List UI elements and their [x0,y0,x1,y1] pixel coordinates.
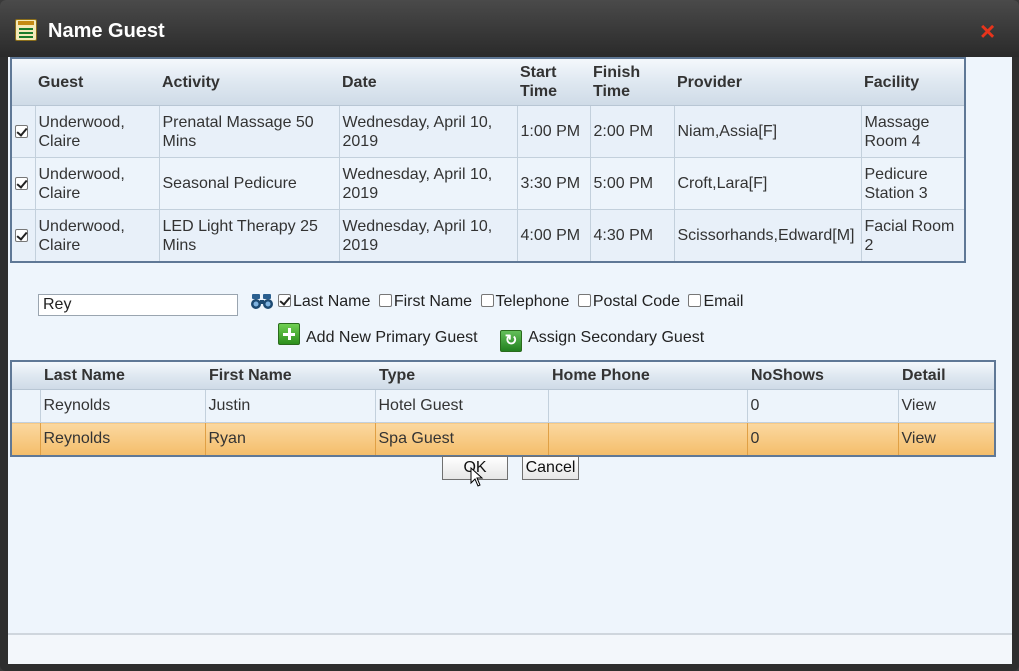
col-type[interactable]: Type [375,361,548,390]
col-finish-time[interactable]: Finish Time [590,58,674,106]
mouse-cursor-icon [470,467,484,487]
appointments-table: Guest Activity Date Start Time Finish Ti… [10,57,966,263]
form-icon [15,19,37,41]
last-name-label: Last Name [293,293,371,310]
col-start-time[interactable]: Start Time [517,58,590,106]
appointment-checkbox[interactable] [15,125,28,139]
col-detail[interactable]: Detail [898,361,995,390]
dialog-content: Guest Activity Date Start Time Finish Ti… [8,57,1012,664]
guest-last-name: Reynolds [40,422,206,457]
appointment-guest: Underwood, Claire [35,105,160,158]
col-facility[interactable]: Facility [861,58,965,106]
appointment-checkbox[interactable] [15,229,28,243]
appointment-activity: LED Light Therapy 25 Mins [159,209,340,263]
guest-home-phone [548,389,748,423]
guest-view-link[interactable]: View [898,422,996,457]
dialog-title: Name Guest [48,20,165,42]
appointment-checkbox[interactable] [15,177,28,191]
appointment-start: 3:30 PM [517,157,591,210]
appointment-facility: Facial Room 2 [861,209,966,263]
appointment-provider: Scissorhands,Edward[M] [674,209,862,263]
appointment-date: Wednesday, April 10, 2019 [339,209,518,263]
appointment-guest: Underwood, Claire [35,157,160,210]
appointment-facility: Pedicure Station 3 [861,157,966,210]
dialog-footer [8,635,1012,664]
guest-home-phone [548,422,748,457]
appointment-finish: 2:00 PM [590,105,675,158]
col-date[interactable]: Date [339,58,517,106]
binoculars-search-icon[interactable] [250,291,274,311]
appointment-date: Wednesday, April 10, 2019 [339,157,518,210]
col-activity[interactable]: Activity [159,58,339,106]
appointment-provider: Niam,Assia[F] [674,105,862,158]
search-options: Last Name First Name Telephone Postal Co… [278,293,747,311]
guest-noshows: 0 [747,389,899,423]
guest-search-input[interactable] [38,294,238,316]
col-noshows[interactable]: NoShows [747,361,898,390]
appointment-date: Wednesday, April 10, 2019 [339,105,518,158]
appointment-row: Underwood, Claire LED Light Therapy 25 M… [11,209,966,263]
first-name-label: First Name [393,293,473,310]
email-label: Email [703,293,744,310]
guest-first-name: Ryan [205,422,376,457]
appointment-start: 4:00 PM [517,209,591,263]
guest-noshows: 0 [747,422,899,457]
telephone-label: Telephone [495,293,570,310]
last-name-checkbox[interactable] [278,294,291,307]
first-name-checkbox[interactable] [378,294,392,307]
guest-results-table: Last Name First Name Type Home Phone NoS… [10,360,996,457]
add-icon [278,323,300,345]
guest-row[interactable]: Reynolds Justin Hotel Guest 0 View [11,389,996,423]
postal-code-checkbox[interactable] [577,294,591,307]
appointment-finish: 5:00 PM [590,157,675,210]
appointments-header: Guest Activity Date Start Time Finish Ti… [11,58,965,106]
appointment-guest: Underwood, Claire [35,209,160,263]
add-primary-guest-button[interactable]: Add New Primary Guest [278,323,478,347]
guest-type: Hotel Guest [375,389,549,423]
col-first-name[interactable]: First Name [205,361,375,390]
appointment-provider: Croft,Lara[F] [674,157,862,210]
telephone-checkbox[interactable] [480,294,494,307]
guest-last-name: Reynolds [40,389,206,423]
appointment-row: Underwood, Claire Seasonal Pedicure Wedn… [11,157,966,210]
guest-row-selected[interactable]: Reynolds Ryan Spa Guest 0 View [11,422,996,457]
title-bar[interactable]: Name Guest × [0,0,1019,57]
name-guest-dialog: Name Guest × Guest Activity Date Start T… [0,0,1019,671]
guest-type: Spa Guest [375,422,549,457]
email-checkbox[interactable] [688,294,702,307]
guest-results-header: Last Name First Name Type Home Phone NoS… [11,361,995,390]
appointment-activity: Seasonal Pedicure [159,157,340,210]
col-guest[interactable]: Guest [35,58,159,106]
appointment-finish: 4:30 PM [590,209,675,263]
refresh-icon: ↻ [500,330,523,352]
col-last-name[interactable]: Last Name [40,361,205,390]
guest-actions: Add New Primary Guest ↻ Assign Secondary … [278,323,722,352]
appointment-activity: Prenatal Massage 50 Mins [159,105,340,158]
postal-code-label: Postal Code [592,293,680,310]
appointment-row: Underwood, Claire Prenatal Massage 50 Mi… [11,105,966,158]
cancel-button[interactable]: Cancel [522,456,579,480]
guest-first-name: Justin [205,389,376,423]
assign-secondary-guest-button[interactable]: ↻ Assign Secondary Guest [500,329,704,352]
close-icon[interactable]: × [980,18,995,44]
guest-view-link[interactable]: View [898,389,996,423]
appointment-facility: Massage Room 4 [861,105,966,158]
col-home-phone[interactable]: Home Phone [548,361,747,390]
appointment-start: 1:00 PM [517,105,591,158]
col-provider[interactable]: Provider [674,58,861,106]
